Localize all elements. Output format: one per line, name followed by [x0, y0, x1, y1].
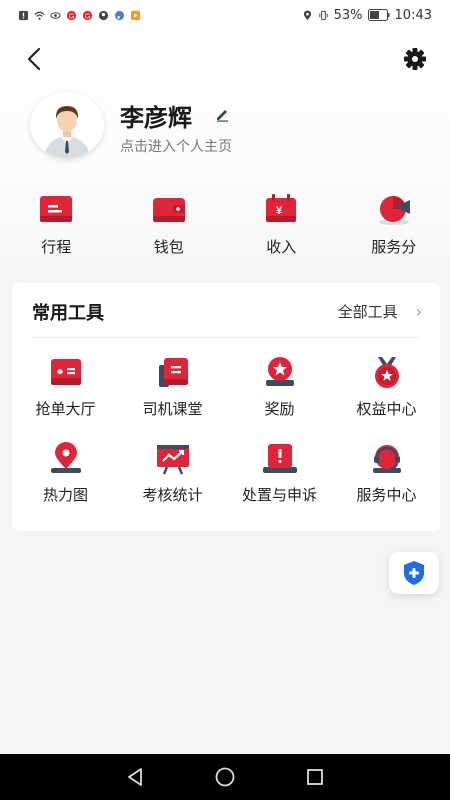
- tool-reward[interactable]: 奖励: [226, 355, 333, 419]
- system-nav-bar: [0, 754, 450, 800]
- benefits-icon: [374, 357, 399, 388]
- svg-text:G: G: [69, 11, 75, 20]
- driver-class-icon: [158, 358, 188, 387]
- battery-icon: [367, 9, 390, 21]
- quick-item-label: 服务分: [371, 238, 417, 256]
- tool-label: 处置与申诉: [241, 486, 317, 504]
- battery-percent: 53%: [333, 7, 363, 23]
- income-icon: ¥: [266, 194, 297, 222]
- tool-label: 考核统计: [142, 486, 203, 504]
- quick-item-label: 收入: [266, 238, 297, 256]
- tool-label: 抢单大厅: [35, 400, 96, 418]
- status-notifications: G G: [18, 10, 141, 21]
- profile-header[interactable]: 李彦辉 点击进入个人主页: [30, 92, 430, 162]
- tool-service-center[interactable]: 服务中心: [333, 441, 440, 505]
- back-button[interactable]: [20, 44, 50, 74]
- back-arrow-icon: [27, 47, 41, 71]
- alert-icon: [18, 10, 29, 20]
- tool-appeal[interactable]: 处置与申诉: [226, 441, 333, 505]
- appeal-icon: [262, 444, 297, 473]
- top-bar: [0, 40, 450, 76]
- triangle-back-icon: [128, 768, 142, 786]
- settings-button[interactable]: [400, 44, 430, 74]
- nav-back-button[interactable]: [121, 763, 149, 791]
- shield-plus-icon: [404, 561, 424, 585]
- pencil-icon[interactable]: [214, 106, 230, 122]
- tools-grid: 抢单大厅 司机课堂 奖励 权益中心 热力图 考核统计 处置与申诉 服务中心: [12, 355, 440, 505]
- all-tools-label: 全部工具: [337, 303, 398, 321]
- service-score-icon: [378, 196, 410, 225]
- wallet-icon: [152, 198, 185, 222]
- common-tools-card: 常用工具 全部工具 › 抢单大厅 司机课堂 奖励 权益中心 热力图 考核统计 处…: [12, 283, 440, 531]
- quick-item-service-score[interactable]: 服务分: [338, 192, 450, 262]
- nav-home-button[interactable]: [211, 763, 239, 791]
- quick-item-label: 钱包: [153, 238, 184, 256]
- wifi-icon: [34, 11, 45, 20]
- tool-label: 热力图: [42, 486, 88, 504]
- safety-shield-button[interactable]: [389, 552, 439, 594]
- app-g-icon: G: [66, 10, 77, 20]
- nav-recents-button[interactable]: [301, 763, 329, 791]
- tool-heatmap[interactable]: 热力图: [12, 441, 119, 505]
- tool-label: 权益中心: [356, 400, 417, 418]
- itinerary-icon: [40, 196, 73, 222]
- divider: [32, 337, 420, 338]
- status-system: 53% 10:43: [302, 8, 432, 23]
- app-g-icon-2: G: [82, 10, 93, 20]
- assessment-stats-icon: [156, 445, 189, 475]
- clock: 10:43: [394, 7, 432, 23]
- tool-order-hall[interactable]: 抢单大厅: [12, 355, 119, 419]
- driver-avatar-icon: [34, 92, 100, 158]
- eye-icon: [50, 11, 61, 19]
- tool-driver-class[interactable]: 司机课堂: [119, 355, 226, 419]
- avatar[interactable]: [30, 92, 104, 158]
- gear-icon: [404, 48, 426, 70]
- profile-subtitle: 点击进入个人主页: [120, 139, 232, 155]
- tool-assessment-stats[interactable]: 考核统计: [119, 441, 226, 505]
- square-recents-icon: [307, 769, 323, 785]
- svg-text:¥: ¥: [276, 205, 283, 217]
- reward-icon: [265, 357, 294, 386]
- service-center-icon: [372, 445, 401, 473]
- quick-actions: 行程 钱包 ¥ 收入 服务分: [0, 192, 450, 262]
- circle-home-icon: [215, 767, 235, 787]
- status-bar: G G 53% 10:43: [0, 0, 450, 30]
- tool-label: 奖励: [264, 400, 295, 418]
- quick-item-itinerary[interactable]: 行程: [0, 192, 113, 262]
- svg-text:G: G: [85, 11, 91, 20]
- tools-title: 常用工具: [32, 303, 104, 324]
- quick-item-wallet[interactable]: 钱包: [113, 192, 226, 262]
- tool-label: 司机课堂: [142, 400, 203, 418]
- location-icon: [303, 9, 311, 20]
- chevron-right-icon: ›: [415, 302, 422, 321]
- tool-label: 服务中心: [356, 486, 417, 504]
- music-icon: [114, 10, 125, 20]
- play-icon: [130, 10, 141, 20]
- quick-item-income[interactable]: ¥ 收入: [225, 192, 338, 262]
- heatmap-icon: [50, 442, 81, 473]
- quick-item-label: 行程: [41, 238, 72, 256]
- driver-name: 李彦辉: [120, 104, 192, 132]
- vibrate-icon: [319, 10, 328, 20]
- order-hall-icon: [50, 359, 81, 385]
- tool-benefits[interactable]: 权益中心: [333, 355, 440, 419]
- user-icon: [98, 10, 109, 20]
- all-tools-link[interactable]: 全部工具 ›: [338, 301, 422, 322]
